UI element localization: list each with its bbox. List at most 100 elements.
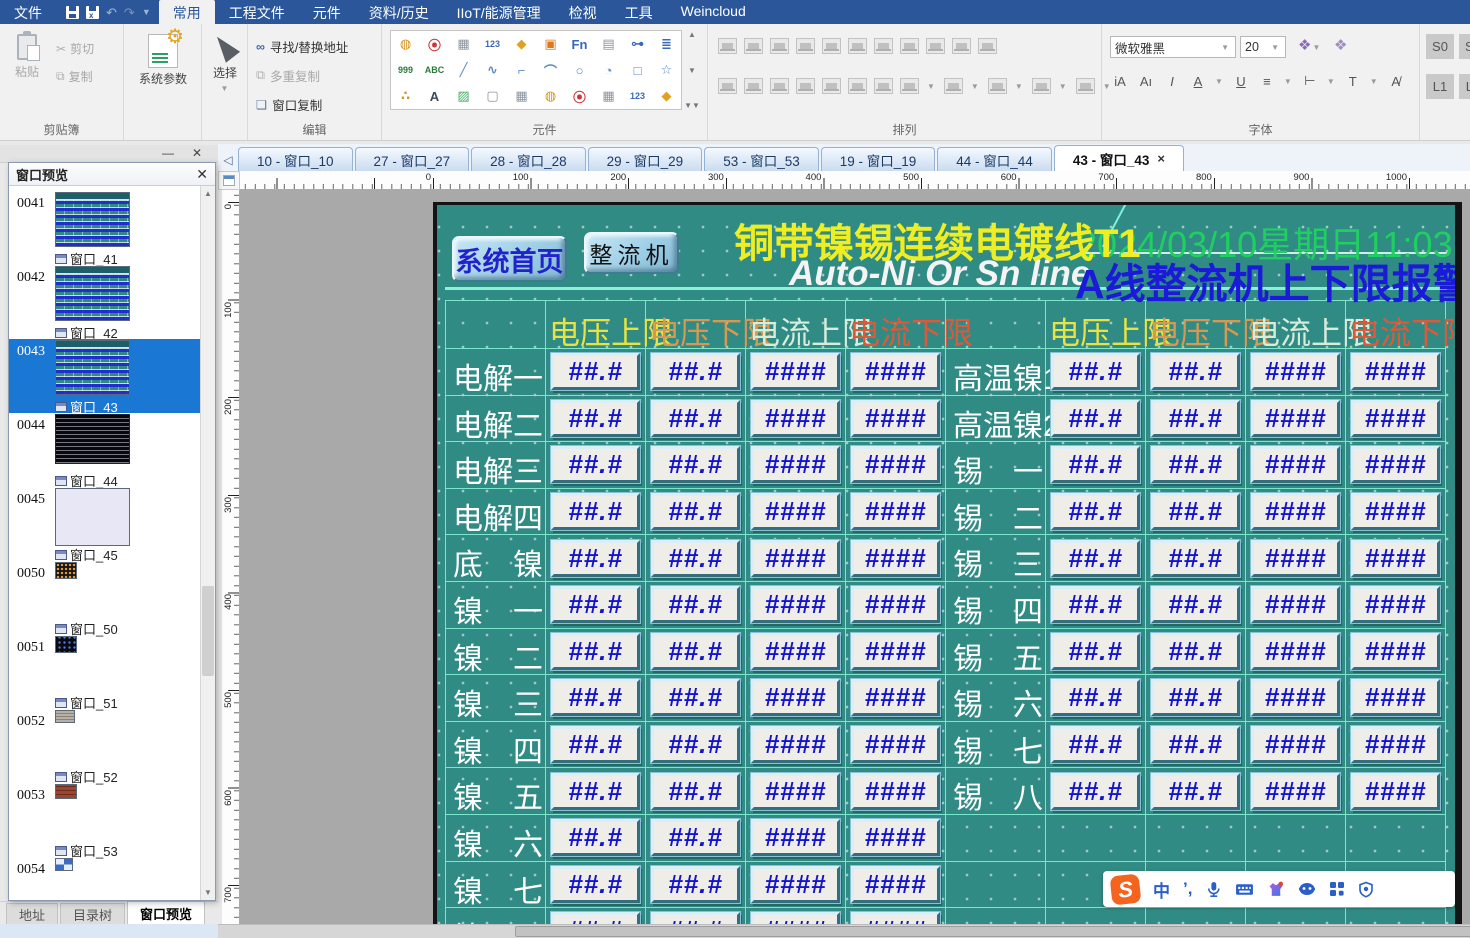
numeric-display[interactable]: #### bbox=[851, 400, 940, 437]
toggle-icon[interactable]: ▣ bbox=[536, 31, 565, 57]
preview-item-0041[interactable]: 0041窗口_41 bbox=[9, 191, 200, 265]
numeric-display[interactable]: ##.# bbox=[551, 493, 640, 530]
function-key-icon[interactable]: Fn bbox=[565, 31, 594, 57]
palette-scroll-up-icon[interactable]: ▲ bbox=[688, 30, 696, 39]
scroll-down-icon[interactable]: ▼ bbox=[201, 885, 215, 900]
numeric-display[interactable]: #### bbox=[751, 493, 840, 530]
arrange-align-icon-10[interactable] bbox=[978, 38, 997, 54]
numeric-display[interactable]: #### bbox=[751, 679, 840, 716]
scatter-icon[interactable]: ∴ bbox=[391, 83, 420, 109]
state-button-S0[interactable]: S0 bbox=[1426, 34, 1454, 59]
numeric-display[interactable]: ##.# bbox=[651, 400, 740, 437]
row-label[interactable]: 锡 八 bbox=[953, 773, 1043, 817]
numeric-display[interactable]: ##.# bbox=[1051, 586, 1140, 623]
numeric-display[interactable]: ##.# bbox=[551, 866, 640, 903]
numeric-display[interactable]: ##.# bbox=[1051, 679, 1140, 716]
numeric-display[interactable]: ##.# bbox=[651, 446, 740, 483]
ribbon-tab-资料/历史[interactable]: 资料/历史 bbox=[355, 0, 443, 24]
scroll-up-icon[interactable]: ▲ bbox=[201, 186, 215, 201]
scrollbar-thumb[interactable] bbox=[202, 586, 214, 676]
numeric-display[interactable]: ##.# bbox=[551, 773, 640, 810]
row-label[interactable]: 锡 一 bbox=[953, 447, 1043, 491]
font-color-icon-caret[interactable]: ▼ bbox=[1215, 77, 1223, 86]
numeric-display[interactable]: ##.# bbox=[551, 726, 640, 763]
select-caret-icon[interactable]: ▼ bbox=[207, 84, 242, 93]
numeric-display[interactable]: #### bbox=[851, 353, 940, 390]
numeric-display[interactable]: ##.# bbox=[651, 353, 740, 390]
numeric-display[interactable]: #### bbox=[751, 912, 840, 924]
set2-icon[interactable]: ▦ bbox=[594, 83, 623, 109]
numeric-display[interactable]: #### bbox=[751, 586, 840, 623]
arc-icon[interactable]: ⌒ bbox=[536, 57, 565, 83]
numeric-display[interactable]: #### bbox=[1251, 540, 1340, 577]
numeric-display[interactable]: ##.# bbox=[1151, 400, 1240, 437]
ascii-icon[interactable]: ABC bbox=[420, 57, 449, 83]
sogou-logo[interactable]: S bbox=[1110, 873, 1142, 905]
table-icon[interactable]: ▦ bbox=[507, 83, 536, 109]
arrange-order-icon-9[interactable] bbox=[988, 78, 1007, 94]
numeric-display[interactable]: #### bbox=[851, 493, 940, 530]
preview-item-0043[interactable]: 0043窗口_43 bbox=[9, 339, 200, 413]
numeric-display[interactable]: #### bbox=[751, 353, 840, 390]
arrange-order-icon-10[interactable] bbox=[1032, 78, 1051, 94]
window-preview-scrollbar[interactable]: ▲ ▼ bbox=[200, 186, 215, 900]
arrange-order-icon-6[interactable] bbox=[874, 78, 893, 94]
row-label[interactable]: 高温镍1 bbox=[953, 354, 1060, 398]
numeric-display[interactable]: ##.# bbox=[1151, 773, 1240, 810]
numeric-display[interactable]: ##.# bbox=[1151, 540, 1240, 577]
numeric-display[interactable]: ##.# bbox=[1051, 540, 1140, 577]
arrange-order-icon-11[interactable] bbox=[1076, 78, 1095, 94]
arrange-order-icon-3[interactable] bbox=[796, 78, 815, 94]
row-label[interactable]: 镍 三 bbox=[453, 680, 543, 724]
font-family-select[interactable]: 微软雅黑 ▼ bbox=[1110, 36, 1236, 58]
numeric-display[interactable]: #### bbox=[1351, 400, 1440, 437]
numeric-display[interactable]: #### bbox=[751, 819, 840, 856]
document-tab-19[interactable]: 19 - 窗口_19 bbox=[821, 147, 936, 171]
preview-item-0050[interactable]: 0050窗口_50 bbox=[9, 561, 200, 635]
font-size-select[interactable]: 20 ▼ bbox=[1240, 36, 1286, 58]
numeric-display[interactable]: ##.# bbox=[1151, 353, 1240, 390]
microphone-icon[interactable] bbox=[1205, 881, 1222, 898]
quick-access-caret-icon[interactable]: ▼ bbox=[142, 8, 151, 17]
preview-item-0044[interactable]: 0044窗口_44 bbox=[9, 413, 200, 487]
traffic-light-icon[interactable]: ⦿ bbox=[420, 31, 449, 57]
row-label[interactable]: 镍 一 bbox=[453, 587, 543, 631]
row-label[interactable]: 镍 八 bbox=[453, 913, 543, 924]
hscroll-thumb[interactable] bbox=[515, 926, 1470, 937]
chinese-mode-icon[interactable]: 中 bbox=[1153, 877, 1170, 902]
document-tab-10[interactable]: 10 - 窗口_10 bbox=[238, 147, 353, 171]
numeric-display[interactable]: #### bbox=[1251, 726, 1340, 763]
preview-item-0054[interactable]: 0054窗口_54 bbox=[9, 857, 200, 900]
row-label[interactable]: 电解二 bbox=[453, 401, 543, 445]
numeric2-icon[interactable]: 123 bbox=[623, 83, 652, 109]
window-copy-button[interactable]: ❏ 窗口复制 bbox=[256, 95, 322, 114]
set-bit-icon[interactable]: ▦ bbox=[449, 31, 478, 57]
numeric-display[interactable]: #### bbox=[751, 633, 840, 670]
row-label[interactable]: 镍 七 bbox=[453, 867, 543, 911]
row-label[interactable]: 锡 四 bbox=[953, 587, 1043, 631]
document-tab-28[interactable]: 28 - 窗口_28 bbox=[471, 147, 586, 171]
numeric-display[interactable]: ##.# bbox=[651, 586, 740, 623]
numeric-display[interactable]: ##.# bbox=[1151, 586, 1240, 623]
numeric-display[interactable]: ##.# bbox=[551, 400, 640, 437]
numeric-display[interactable]: #### bbox=[1251, 586, 1340, 623]
traffic2-icon[interactable]: ⦿ bbox=[565, 83, 594, 109]
numeric-display[interactable]: ##.# bbox=[1051, 353, 1140, 390]
toolbox-icon[interactable] bbox=[1329, 881, 1345, 897]
ribbon-tab-检视[interactable]: 检视 bbox=[555, 0, 611, 24]
numeric-display[interactable]: ##.# bbox=[1151, 493, 1240, 530]
numeric-display[interactable]: ##.# bbox=[1051, 726, 1140, 763]
numeric-display[interactable]: ##.# bbox=[551, 540, 640, 577]
arrange-align-icon-9[interactable] bbox=[952, 38, 971, 54]
arrange-order-icon-2[interactable] bbox=[770, 78, 789, 94]
multi-copy-button[interactable]: ⧉ 多重复制 bbox=[256, 66, 320, 85]
tab-close-icon[interactable]: × bbox=[1157, 151, 1165, 166]
frame-icon[interactable]: ▢ bbox=[478, 83, 507, 109]
redo-icon[interactable]: ↷ bbox=[124, 6, 135, 19]
ribbon-tab-元件[interactable]: 元件 bbox=[299, 0, 355, 24]
numeric-display[interactable]: #### bbox=[751, 400, 840, 437]
numeric-display[interactable]: ##.# bbox=[1051, 633, 1140, 670]
numeric-display[interactable]: ##.# bbox=[551, 819, 640, 856]
numeric-display[interactable]: #### bbox=[1251, 353, 1340, 390]
arrange-align-icon-0[interactable] bbox=[718, 38, 737, 54]
